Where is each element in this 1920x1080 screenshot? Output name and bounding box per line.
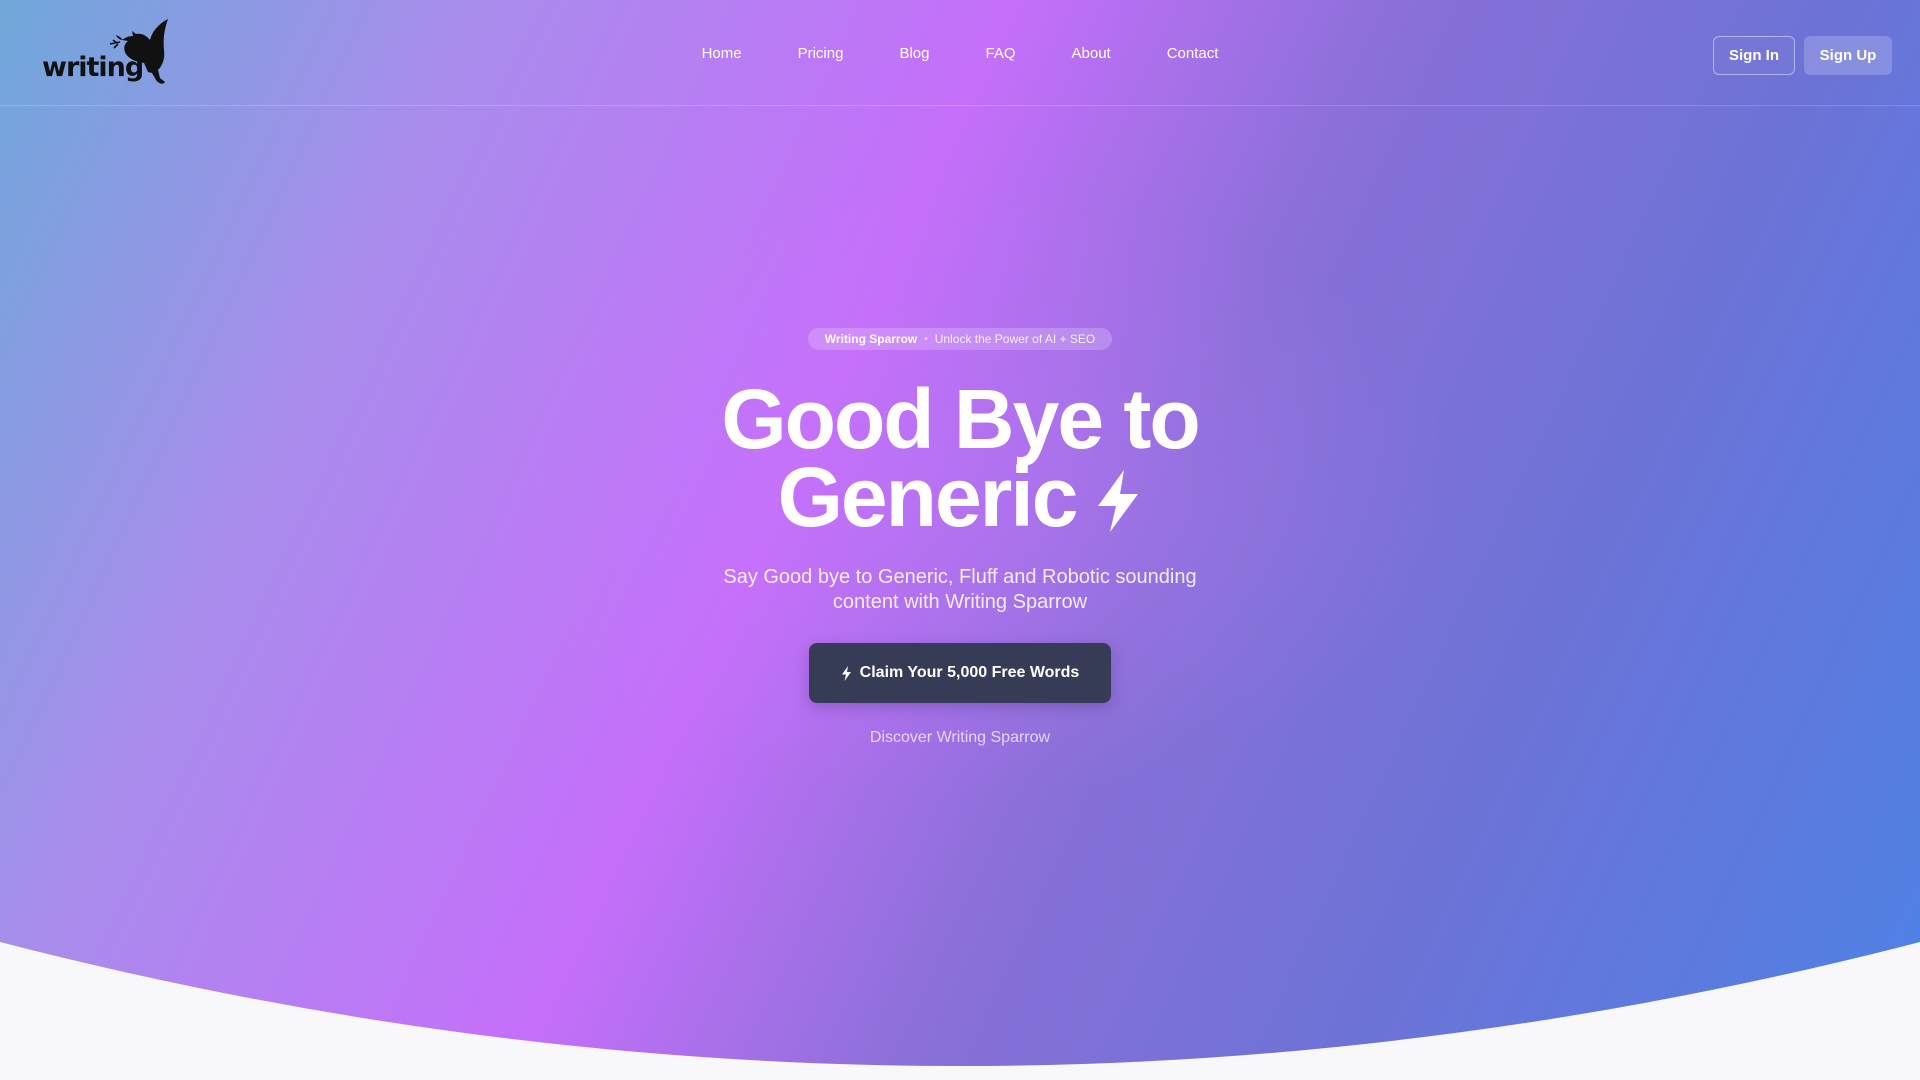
main-nav: Home Pricing Blog FAQ About Contact bbox=[0, 0, 1920, 106]
writing-sparrow-logo[interactable]: writing bbox=[40, 18, 170, 90]
site-header: writing Home Pricing Blog FAQ About Cont… bbox=[0, 0, 1920, 106]
cta-label: Claim Your 5,000 Free Words bbox=[859, 664, 1080, 681]
badge-separator: • bbox=[924, 333, 928, 345]
sign-in-button[interactable]: Sign In bbox=[1713, 36, 1795, 75]
hero-badge: Writing Sparrow • Unlock the Power of AI… bbox=[808, 328, 1112, 350]
badge-brand: Writing Sparrow bbox=[824, 332, 918, 346]
nav-pricing[interactable]: Pricing bbox=[770, 45, 872, 62]
nav-blog[interactable]: Blog bbox=[871, 45, 957, 62]
landing-page: writing Home Pricing Blog FAQ About Cont… bbox=[0, 0, 1920, 1080]
nav-about[interactable]: About bbox=[1044, 45, 1139, 62]
nav-home[interactable]: Home bbox=[674, 45, 770, 62]
badge-text: Unlock the Power of AI + SEO bbox=[934, 332, 1096, 346]
claim-free-words-button[interactable]: Claim Your 5,000 Free Words bbox=[809, 643, 1111, 703]
hero-headline: Good Bye to Generic bbox=[560, 377, 1360, 544]
lightning-bolt-icon bbox=[841, 665, 851, 681]
nav-contact[interactable]: Contact bbox=[1139, 45, 1247, 62]
sign-up-button[interactable]: Sign Up bbox=[1804, 36, 1892, 75]
discover-link[interactable]: Discover Writing Sparrow bbox=[760, 729, 1160, 747]
headline-line-2: Generic bbox=[777, 450, 1079, 544]
hero-subtitle: Say Good bye to Generic, Fluff and Robot… bbox=[723, 566, 1197, 613]
sparrow-bird-icon bbox=[109, 19, 168, 84]
nav-faq[interactable]: FAQ bbox=[957, 45, 1043, 62]
bottom-wave-divider bbox=[0, 942, 1920, 1080]
lightning-bolt-icon bbox=[1098, 470, 1139, 532]
